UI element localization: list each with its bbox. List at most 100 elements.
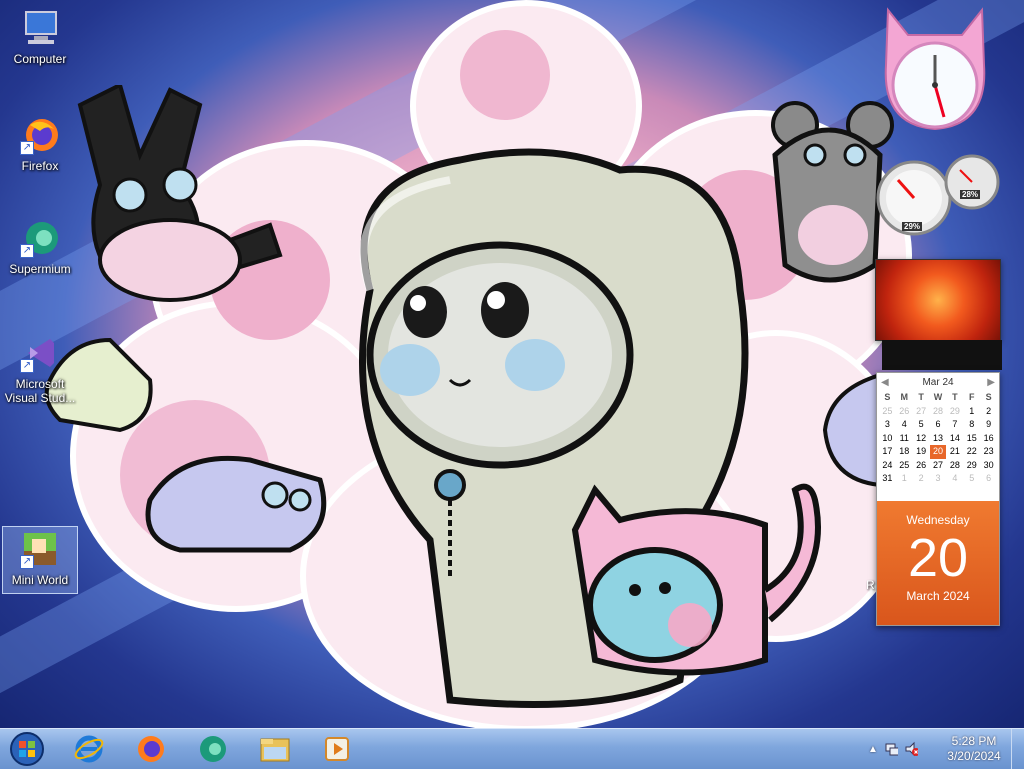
calendar-day[interactable]: 15 [963, 432, 980, 446]
desktop-icon-label: Mini World [11, 573, 69, 587]
desktop-icon-label: Supermium [9, 262, 71, 276]
next-month-icon[interactable]: ▶ [987, 377, 995, 388]
calendar-day[interactable]: 25 [896, 459, 913, 473]
calendar-day[interactable]: 23 [980, 445, 997, 459]
firefox-icon [138, 736, 164, 762]
calendar-day[interactable]: 6 [930, 418, 947, 432]
calendar-day[interactable]: 12 [913, 432, 930, 446]
calendar-day[interactable]: 17 [879, 445, 896, 459]
taskbar-firefox[interactable] [124, 731, 178, 767]
calendar-today-panel: Wednesday 20 March 2024 [877, 501, 999, 625]
slideshow-gadget[interactable] [875, 259, 1001, 341]
desktop-icon-computer[interactable]: Computer [4, 8, 76, 66]
shortcut-arrow-icon: ↗ [20, 244, 34, 258]
calendar-weekday: M [900, 392, 909, 402]
visual-studio-icon: ↗ [20, 333, 60, 373]
media-player-icon [325, 737, 349, 761]
calendar-gadget[interactable]: ◀ Mar 24 ▶ S M T W T F S 25 26 27 28 29 1 2 3 4 5 6 7 8 9 10 1… [876, 372, 1000, 626]
calendar-day[interactable]: 18 [896, 445, 913, 459]
calendar-day[interactable]: 5 [913, 418, 930, 432]
calendar-day[interactable]: 16 [980, 432, 997, 446]
memory-percent: 28% [960, 190, 981, 199]
black-bunny-character [77, 85, 283, 302]
taskbar-supermium[interactable] [186, 731, 240, 767]
calendar-day[interactable]: 4 [946, 472, 963, 486]
calendar-day[interactable]: 13 [930, 432, 947, 446]
taskbar-file-explorer[interactable] [248, 731, 302, 767]
clock-date: 3/20/2024 [947, 749, 1001, 763]
cpu-meter-gadget[interactable]: 29% 28% [876, 150, 1000, 240]
calendar-day[interactable]: 19 [913, 445, 930, 459]
calendar-day[interactable]: 6 [980, 472, 997, 486]
calendar-weekday: F [968, 392, 975, 402]
system-tray: ▲ [868, 729, 918, 769]
calendar-day[interactable]: 3 [879, 418, 896, 432]
supermium-icon: ↗ [20, 218, 60, 258]
cpu-gauge-icon [876, 154, 1000, 236]
calendar-day[interactable]: 29 [963, 459, 980, 473]
calendar-day[interactable]: 11 [896, 432, 913, 446]
calendar-day[interactable]: 20 [929, 445, 947, 459]
blue-bear-character [145, 455, 327, 553]
calendar-day[interactable]: 1 [963, 405, 980, 419]
desktop[interactable]: Computer ↗ Firefox ↗ Supermium ↗ Microso… [0, 0, 1024, 728]
calendar-day[interactable]: 22 [963, 445, 980, 459]
calendar-day[interactable]: 27 [913, 405, 930, 419]
calendar-day[interactable]: 2 [913, 472, 930, 486]
calendar-day[interactable]: 30 [980, 459, 997, 473]
start-orb-icon [10, 732, 44, 766]
gray-mouse-character [771, 101, 894, 283]
taskbar: ▲ 5:28 PM 3/20/2024 [0, 728, 1024, 769]
calendar-day[interactable]: 21 [946, 445, 963, 459]
clock-gadget[interactable] [878, 5, 992, 133]
prev-month-icon[interactable]: ◀ [881, 377, 889, 388]
calendar-day[interactable]: 2 [980, 405, 997, 419]
calendar-day[interactable]: 5 [963, 472, 980, 486]
calendar-day[interactable]: 7 [946, 418, 963, 432]
slideshow-shadow [882, 340, 1002, 370]
calendar-day[interactable]: 3 [930, 472, 947, 486]
taskbar-clock[interactable]: 5:28 PM 3/20/2024 [932, 729, 1016, 769]
calendar-day[interactable]: 10 [879, 432, 896, 446]
taskbar-media-player[interactable] [310, 731, 364, 767]
calendar-header: ◀ Mar 24 ▶ [877, 373, 999, 391]
network-icon[interactable] [884, 741, 898, 757]
today-weekday: Wednesday [906, 513, 970, 527]
partial-label: R [866, 578, 875, 592]
calendar-day[interactable]: 24 [879, 459, 896, 473]
calendar-day[interactable]: 29 [946, 405, 963, 419]
volume-muted-icon[interactable] [904, 741, 918, 757]
show-desktop-button[interactable] [1011, 729, 1024, 769]
desktop-icon-label: Firefox [21, 159, 59, 173]
calendar-day[interactable]: 31 [879, 472, 896, 486]
desktop-icon-visual-studio[interactable]: ↗ Microsoft Visual Stud... [4, 333, 76, 405]
calendar-day[interactable]: 14 [946, 432, 963, 446]
calendar-day[interactable]: 26 [896, 405, 913, 419]
wallpaper-bubble [460, 30, 550, 120]
calendar-day[interactable]: 9 [980, 418, 997, 432]
firefox-icon: ↗ [20, 115, 60, 155]
calendar-weekday: W [933, 392, 943, 402]
mini-world-icon: ↗ [20, 529, 60, 569]
desktop-icon-firefox[interactable]: ↗ Firefox [4, 115, 76, 173]
calendar-day[interactable]: 8 [963, 418, 980, 432]
calendar-day[interactable]: 1 [896, 472, 913, 486]
calendar-weekday: S [884, 392, 891, 402]
taskbar-internet-explorer[interactable] [62, 731, 116, 767]
calendar-day[interactable]: 4 [896, 418, 913, 432]
calendar-day[interactable]: 28 [946, 459, 963, 473]
file-explorer-icon [260, 738, 290, 762]
show-hidden-icons-icon[interactable]: ▲ [868, 744, 878, 755]
calendar-day[interactable]: 27 [930, 459, 947, 473]
calendar-day[interactable]: 28 [930, 405, 947, 419]
pink-cat-character [571, 483, 821, 676]
desktop-icon-supermium[interactable]: ↗ Supermium [4, 218, 76, 276]
calendar-grid: S M T W T F S 25 26 27 28 29 1 2 3 4 5 6 7 8 9 10 11 12 13 14 15 16… [877, 391, 999, 486]
calendar-day[interactable]: 25 [879, 405, 896, 419]
clock-time: 5:28 PM [951, 734, 997, 748]
calendar-day[interactable]: 26 [913, 459, 930, 473]
internet-explorer-icon [74, 735, 104, 763]
desktop-icon-mini-world[interactable]: ↗ Mini World [2, 526, 78, 594]
calendar-weekday: S [985, 392, 992, 402]
start-button[interactable] [0, 731, 54, 767]
